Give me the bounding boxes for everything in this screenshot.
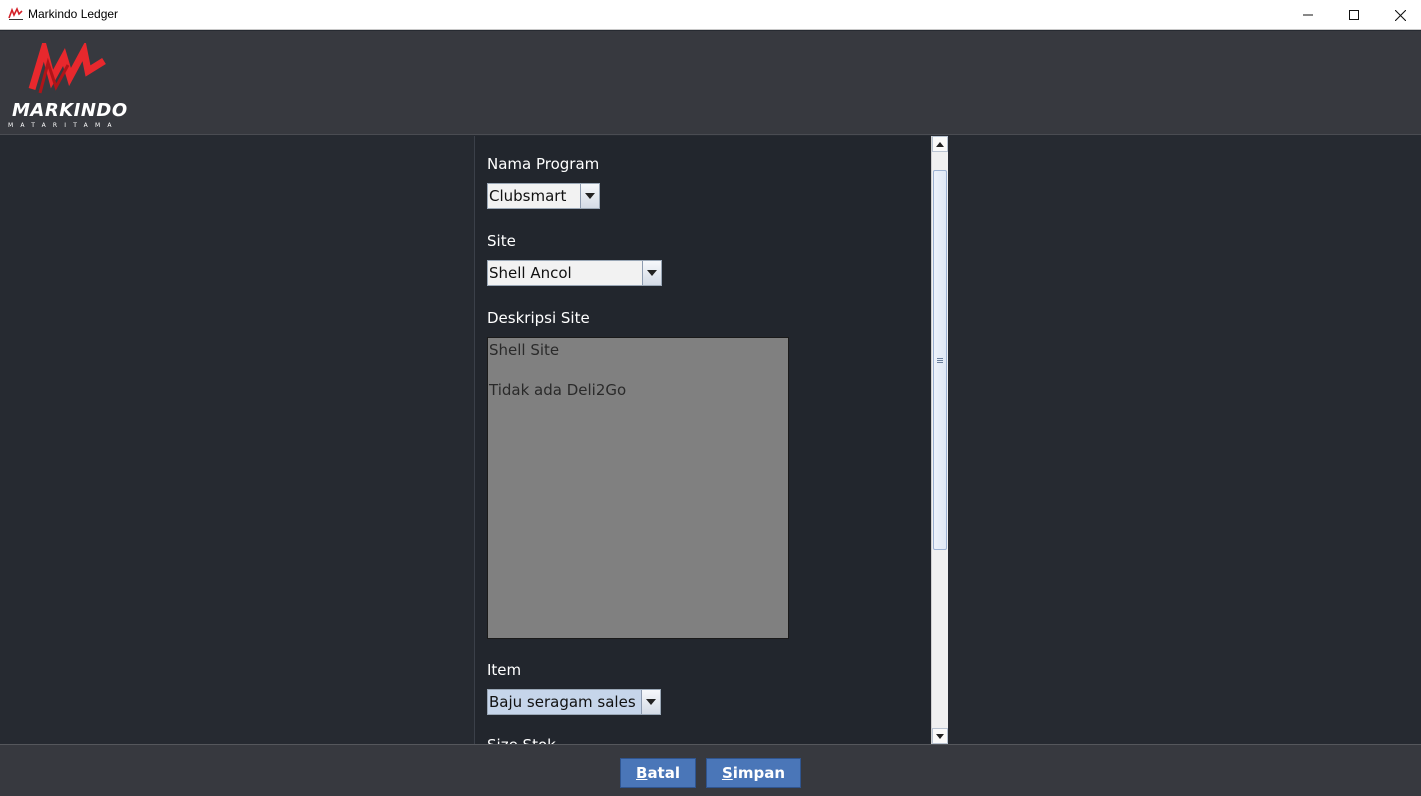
cancel-button[interactable]: Batal — [620, 758, 696, 788]
close-button[interactable] — [1377, 0, 1421, 30]
program-combobox[interactable]: Clubsmart — [487, 183, 600, 209]
logo-text: MARKINDO — [12, 100, 128, 121]
grip-line — [937, 360, 943, 361]
description-textarea[interactable]: Shell Site Tidak ada Deli2Go — [487, 337, 789, 639]
program-dropdown-button[interactable] — [580, 184, 599, 208]
grip-line — [937, 362, 943, 363]
minimize-icon — [1303, 14, 1313, 16]
footer-bar: Batal Simpan — [0, 744, 1421, 796]
markindo-wave-icon — [28, 43, 106, 94]
site-value: Shell Ancol — [489, 264, 572, 282]
size-stock-label: Size Stok — [487, 736, 556, 744]
description-line: Tidak ada Deli2Go — [489, 381, 627, 399]
logo-subtext: MATARITAMA — [8, 122, 119, 129]
item-value: Baju seragam sales — [489, 693, 636, 711]
maximize-icon — [1349, 10, 1359, 20]
save-button[interactable]: Simpan — [706, 758, 801, 788]
close-icon — [1394, 9, 1406, 21]
chevron-down-icon — [647, 270, 657, 276]
minimize-button[interactable] — [1285, 0, 1331, 30]
main-area: Nama Program Clubsmart Site Shell Ancol … — [0, 136, 1421, 744]
save-label-rest: impan — [732, 764, 786, 782]
vertical-scrollbar[interactable] — [931, 136, 948, 744]
window-titlebar: Markindo Ledger — [0, 0, 1421, 30]
scroll-thumb[interactable] — [933, 170, 947, 550]
item-label: Item — [487, 661, 522, 679]
description-line: Shell Site — [489, 341, 560, 359]
grip-line — [937, 358, 943, 359]
app-logo-icon — [8, 7, 23, 20]
item-combobox[interactable]: Baju seragam sales — [487, 689, 661, 715]
chevron-down-icon — [646, 699, 656, 705]
item-dropdown-button[interactable] — [641, 690, 660, 714]
markindo-logo: MARKINDO MATARITAMA — [8, 43, 130, 129]
form-panel: Nama Program Clubsmart Site Shell Ancol … — [474, 136, 948, 744]
maximize-button[interactable] — [1331, 0, 1377, 30]
scroll-up-button[interactable] — [932, 136, 948, 152]
arrow-up-icon — [936, 141, 944, 147]
site-label: Site — [487, 232, 516, 250]
window-title: Markindo Ledger — [28, 7, 119, 21]
cancel-mnemonic: B — [636, 764, 648, 782]
chevron-down-icon — [585, 193, 595, 199]
save-mnemonic: S — [721, 764, 733, 782]
app-header: MARKINDO MATARITAMA — [0, 31, 1421, 135]
description-label: Deskripsi Site — [487, 309, 590, 327]
program-label: Nama Program — [487, 155, 600, 173]
arrow-down-icon — [936, 733, 944, 739]
cancel-label-rest: atal — [647, 764, 680, 782]
site-combobox[interactable]: Shell Ancol — [487, 260, 662, 286]
program-value: Clubsmart — [489, 187, 567, 205]
scroll-down-button[interactable] — [932, 728, 948, 744]
site-dropdown-button[interactable] — [642, 261, 661, 285]
